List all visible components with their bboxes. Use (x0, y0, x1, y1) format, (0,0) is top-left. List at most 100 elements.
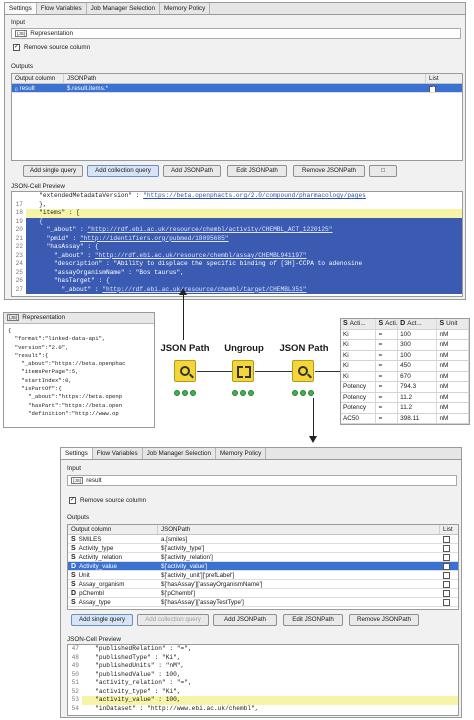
json-path-node-2[interactable] (292, 360, 314, 382)
line-text: "extendedMetadataVersion" : "https://bet… (26, 192, 462, 201)
json-cell-preview[interactable]: "extendedMetadataVersion" : "https://bet… (11, 191, 463, 297)
table-row[interactable]: Potency = 11.2 nM (341, 392, 469, 403)
string-type-icon: S (71, 553, 76, 561)
table-row[interactable]: {} result $.result.items.* ✓ (12, 84, 462, 93)
line-code: "items" : [ (28, 209, 80, 216)
col-list[interactable]: List (426, 74, 462, 83)
result-column-header[interactable]: S Unit (437, 319, 469, 329)
tab-job-manager-selection[interactable]: Job Manager Selection (87, 3, 161, 14)
arrow-down-head (309, 436, 317, 443)
table-cell: 100 (398, 329, 438, 339)
col-list[interactable]: List (440, 525, 458, 534)
table-row[interactable]: AC50 = 398.11 nM (341, 413, 469, 424)
table-row[interactable]: Potency = 11.2 nM (341, 403, 469, 414)
tab-flow-variables[interactable]: Flow Variables (93, 448, 143, 459)
code-line: 24 "description" : "Ability to displace … (12, 260, 462, 269)
connection-3 (315, 371, 340, 372)
tab-job-manager-selection[interactable]: Job Manager Selection (143, 448, 217, 459)
table-cell: nM (437, 361, 469, 371)
table-row[interactable]: S SMILES a.[smiles] (68, 535, 458, 544)
json-line: "_about":"https://beta.openp (8, 393, 123, 401)
edit-jsonpath-button[interactable]: Edit JSONPath (283, 614, 343, 626)
add-single-query-button[interactable]: Add single query (71, 614, 133, 626)
node-title-jsonpath-2: JSON Path (279, 343, 329, 354)
list-checkbox[interactable] (443, 562, 450, 570)
table-row[interactable]: Potency = 794.3 nM (341, 382, 469, 393)
table-row[interactable]: S Activity_type $['activity_type'] (68, 544, 458, 553)
line-number: 19 (15, 217, 23, 225)
remove-jsonpath-button[interactable]: Remove JSONPath (293, 165, 365, 177)
col-output-column[interactable]: Output column (12, 74, 64, 83)
table-row[interactable]: Ki = 670 nM (341, 371, 469, 382)
tab-flow-variables[interactable]: Flow Variables (37, 3, 87, 14)
col-output-column[interactable]: Output column (68, 525, 158, 534)
line-number: 18 (15, 209, 23, 216)
list-checkbox[interactable]: ✓ (429, 86, 436, 92)
table-row[interactable]: S Activity_relation $['activity_relation'] (68, 553, 458, 562)
remove-source-checkbox[interactable]: ✓ (13, 44, 20, 51)
table-row[interactable]: D Activity_value $['activity_value'] (68, 562, 458, 571)
line-number: 52 (71, 687, 79, 695)
add-collection-query-button[interactable]: Add collection query (137, 614, 209, 626)
list-checkbox[interactable] (443, 544, 450, 552)
add-single-query-button[interactable]: Add single query (23, 165, 83, 177)
table-cell: Potency (341, 392, 377, 402)
top-config-dialog: Settings Flow Variables Job Manager Sele… (4, 2, 466, 300)
input-section-label: Input (67, 465, 82, 472)
table-row[interactable]: Ki = 450 nM (341, 361, 469, 372)
table-row[interactable]: S Unit $['activity_unit']['prefLabel'] (68, 571, 458, 580)
list-checkbox[interactable] (443, 535, 450, 543)
edit-jsonpath-button[interactable]: Edit JSONPath (227, 165, 287, 177)
result-column-header[interactable]: D Act... (398, 319, 438, 329)
tab-memory-policy[interactable]: Memory Policy (216, 448, 267, 459)
col-jsonpath[interactable]: JSONPath (64, 74, 426, 83)
add-jsonpath-button[interactable]: Add JSONPath (213, 614, 277, 626)
tab-memory-policy[interactable]: Memory Policy (160, 3, 211, 14)
table-row[interactable]: S Assay_organism $['hasAssay']['assayOrgan… (68, 580, 458, 589)
list-checkbox[interactable] (443, 571, 450, 579)
list-checkbox[interactable] (443, 553, 450, 561)
remove-source-checkbox[interactable]: ✓ (69, 497, 76, 504)
json-path-node-1[interactable] (174, 360, 196, 382)
top-tab-bar: Settings Flow Variables Job Manager Sele… (5, 3, 465, 15)
table-row[interactable]: S Assay_type $['hasAssay']['assayTestType'… (68, 598, 458, 607)
list-checkbox[interactable] (443, 580, 450, 588)
line-number: 20 (15, 226, 23, 233)
input-column-select[interactable]: {JS} result (67, 475, 457, 486)
column-header-label: Acti... (349, 320, 366, 327)
representation-json[interactable]: { "format":"linked-data-api", "version":… (4, 324, 154, 421)
line-text: "inDataset" : "http://www.ebi.ac.uk/chem… (84, 704, 259, 712)
line-url[interactable]: "https://beta.openphacts.org/2.0/compoun… (143, 192, 366, 199)
result-column-header[interactable]: SActi... (341, 319, 377, 329)
line-code: "_about" : (28, 285, 103, 293)
table-row[interactable]: DpChembl $['pChembl'] (68, 589, 458, 598)
line-number: 23 (15, 251, 23, 259)
node-status-1 (174, 390, 196, 396)
table-row[interactable]: Ki = 100 nM (341, 329, 469, 340)
ungroup-node[interactable] (232, 360, 254, 382)
line-url[interactable]: "http://rdf.ebi.ac.uk/resource/chembl/ac… (87, 226, 332, 233)
list-checkbox[interactable] (443, 589, 450, 597)
remove-source-label: Remove source column (80, 497, 147, 504)
remove-jsonpath-button[interactable]: Remove JSONPath (349, 614, 419, 626)
line-url[interactable]: "http://identifiers.org/pubmed/18095685" (80, 235, 229, 242)
tab-settings[interactable]: Settings (5, 3, 37, 14)
input-column-select[interactable]: {JS} Representation (11, 28, 461, 39)
table-row[interactable]: Ki = 300 nM (341, 340, 469, 351)
json-type-icon: {JS} (71, 477, 84, 484)
add-collection-query-button[interactable]: Add collection query (87, 165, 159, 177)
add-jsonpath-button[interactable]: Add JSONPath (163, 165, 221, 177)
line-number: 49 (71, 662, 79, 669)
result-column-header[interactable]: SActi... (376, 319, 399, 329)
json-cell-preview[interactable]: 47 "publishedRelation" : "=", 48 "publish… (67, 644, 459, 716)
more-button[interactable]: □ (369, 165, 397, 177)
col-jsonpath[interactable]: JSONPath (158, 525, 440, 534)
line-url[interactable]: "http://rdf.ebi.ac.uk/resource/chembl/as… (95, 252, 307, 259)
list-cell (440, 598, 458, 607)
line-text: "assayOrganismName" : "Bos taurus", (26, 268, 462, 277)
table-cell: nM (437, 382, 469, 392)
tab-settings[interactable]: Settings (61, 448, 93, 459)
table-row[interactable]: Ki = 100 nM (341, 350, 469, 361)
line-url[interactable]: "http://rdf.ebi.ac.uk/resource/chembl/ta… (102, 286, 306, 293)
list-checkbox[interactable] (443, 598, 450, 606)
